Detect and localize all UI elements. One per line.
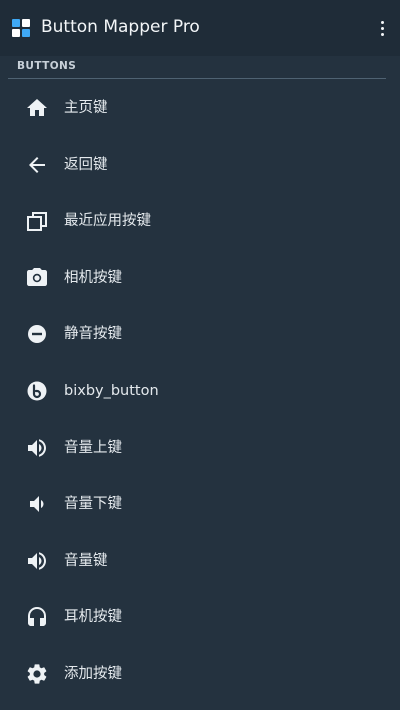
more-vert-icon[interactable] <box>370 14 394 42</box>
settings-gear-icon <box>25 662 49 686</box>
list-item-mute[interactable]: 静音按键 <box>0 306 400 363</box>
volume-down-icon <box>25 492 49 516</box>
list-item-add-button[interactable]: 添加按键 <box>0 646 400 703</box>
list-item-label: 音量上键 <box>64 439 122 456</box>
list-item-label: 静音按键 <box>64 326 122 343</box>
list-item-recent-apps[interactable]: 最近应用按键 <box>0 193 400 250</box>
list-item-label: 返回键 <box>64 156 108 173</box>
list-item-label: 相机按键 <box>64 269 122 286</box>
volume-up-icon <box>25 436 49 460</box>
list-item-label: 音量键 <box>64 552 108 569</box>
list-item-label: 音量下键 <box>64 496 122 513</box>
list-item-camera[interactable]: 相机按键 <box>0 250 400 307</box>
list-item-label: 添加按键 <box>64 665 122 682</box>
volume-icon <box>25 549 49 573</box>
app-window: Button Mapper Pro BUTTONS 主页键 返回键 最近应用按键… <box>0 0 400 710</box>
list-item-back[interactable]: 返回键 <box>0 137 400 194</box>
mute-icon <box>25 322 49 346</box>
list-item-home[interactable]: 主页键 <box>0 80 400 137</box>
headset-icon <box>25 605 49 629</box>
list-item-label: 主页键 <box>64 100 108 116</box>
section-divider <box>8 78 386 79</box>
recent-apps-icon <box>25 209 49 233</box>
list-item-headset[interactable]: 耳机按键 <box>0 589 400 646</box>
list-item-label: bixby_button <box>64 382 159 399</box>
list-item-volume-down[interactable]: 音量下键 <box>0 476 400 533</box>
bixby-icon <box>25 379 49 403</box>
list-item-volume[interactable]: 音量键 <box>0 533 400 590</box>
app-bar: Button Mapper Pro <box>0 0 400 56</box>
list-item-bixby[interactable]: bixby_button <box>0 363 400 420</box>
section-header-buttons: BUTTONS <box>17 60 77 72</box>
list-item-label: 最近应用按键 <box>64 213 151 230</box>
app-title: Button Mapper Pro <box>41 17 200 37</box>
app-logo-icon <box>12 19 30 37</box>
home-icon <box>25 96 49 120</box>
back-arrow-icon <box>25 153 49 177</box>
list-item-volume-up[interactable]: 音量上键 <box>0 420 400 477</box>
camera-icon <box>25 266 49 290</box>
buttons-list: 主页键 返回键 最近应用按键 相机按键 静音按键 bixby_button 音量… <box>0 80 400 703</box>
list-item-label: 耳机按键 <box>64 609 122 626</box>
